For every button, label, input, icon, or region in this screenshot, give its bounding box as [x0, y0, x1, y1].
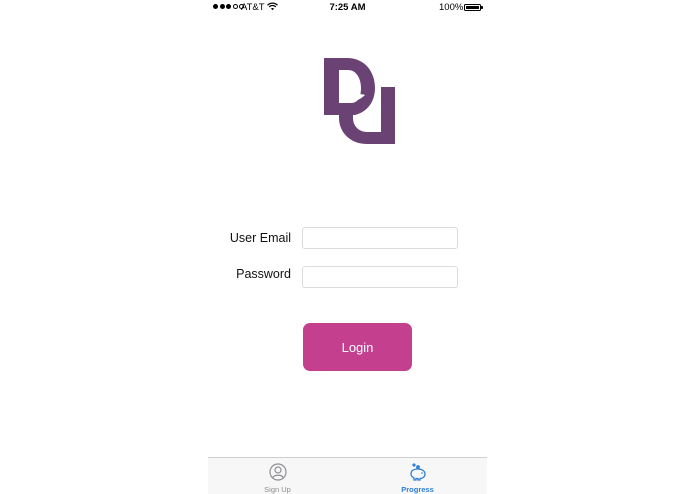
password-label: Password — [236, 267, 291, 281]
tab-sign-up[interactable]: Sign Up — [208, 458, 347, 494]
tab-progress[interactable]: Progress — [348, 458, 487, 494]
email-field[interactable] — [302, 227, 458, 249]
login-button[interactable]: Login — [303, 323, 412, 371]
password-field[interactable] — [302, 266, 458, 288]
user-circle-icon — [268, 462, 288, 482]
brand-logo — [323, 56, 397, 146]
tab-sign-up-label: Sign Up — [264, 485, 291, 494]
battery-icon — [464, 4, 481, 11]
battery-percentage: 100% — [439, 2, 464, 13]
phone-screen: AT&T 7:25 AM 100% User Email Password Lo… — [208, 0, 487, 494]
battery-nub — [481, 6, 483, 9]
piggy-bank-icon — [408, 462, 428, 482]
tab-progress-label: Progress — [401, 485, 434, 494]
battery-fill — [465, 5, 480, 10]
tab-bar: Sign Up Progress — [208, 457, 487, 494]
status-bar: AT&T 7:25 AM 100% — [208, 0, 487, 16]
email-label: User Email — [229, 231, 291, 245]
